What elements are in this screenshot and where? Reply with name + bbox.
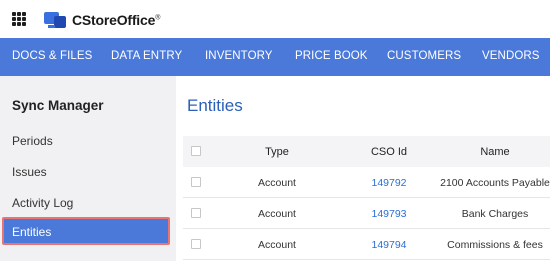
nav-customers[interactable]: CUSTOMERS bbox=[387, 50, 461, 62]
sidebar: Sync Manager Periods Issues Activity Log… bbox=[0, 76, 176, 261]
cell-cso-id-link[interactable]: 149793 bbox=[371, 208, 406, 220]
cell-type: Account bbox=[258, 208, 296, 220]
sidebar-item-label: Entities bbox=[12, 225, 52, 239]
sidebar-item-activity-log[interactable]: Activity Log bbox=[12, 196, 73, 210]
table-row[interactable]: Account 149792 2100 Accounts Payable bbox=[183, 167, 550, 198]
nav-data-entry[interactable]: DATA ENTRY bbox=[111, 50, 182, 62]
column-header-name[interactable]: Name bbox=[480, 146, 509, 158]
cell-cso-id-link[interactable]: 149794 bbox=[371, 239, 406, 251]
cell-name: 2100 Accounts Payable bbox=[440, 177, 550, 189]
app-logo[interactable]: CStoreOffice® bbox=[44, 10, 160, 30]
main-nav: DOCS & FILES DATA ENTRY INVENTORY PRICE … bbox=[0, 38, 550, 76]
nav-price-book[interactable]: PRICE BOOK bbox=[295, 50, 368, 62]
cell-cso-id-link[interactable]: 149792 bbox=[371, 177, 406, 189]
monitor-logo-icon bbox=[44, 11, 68, 29]
sidebar-item-issues[interactable]: Issues bbox=[12, 165, 47, 179]
page-title: Entities bbox=[187, 96, 243, 115]
cell-name: Commissions & fees bbox=[447, 239, 543, 251]
nav-inventory[interactable]: INVENTORY bbox=[205, 50, 273, 62]
cell-type: Account bbox=[258, 239, 296, 251]
row-checkbox[interactable] bbox=[191, 239, 201, 249]
row-checkbox[interactable] bbox=[191, 177, 201, 187]
select-all-checkbox[interactable] bbox=[191, 146, 201, 156]
sidebar-item-periods[interactable]: Periods bbox=[12, 134, 53, 148]
column-header-type[interactable]: Type bbox=[265, 146, 289, 158]
nav-docs-files[interactable]: DOCS & FILES bbox=[12, 50, 92, 62]
sidebar-title: Sync Manager bbox=[12, 98, 104, 113]
row-checkbox[interactable] bbox=[191, 208, 201, 218]
cell-type: Account bbox=[258, 177, 296, 189]
table-row[interactable]: Account 149794 Commissions & fees bbox=[183, 229, 550, 260]
table-row[interactable]: Account 149793 Bank Charges bbox=[183, 198, 550, 229]
table-header: Type CSO Id Name bbox=[183, 136, 550, 167]
nav-vendors[interactable]: VENDORS bbox=[482, 50, 540, 62]
column-header-cso-id[interactable]: CSO Id bbox=[371, 146, 407, 158]
top-bar: CStoreOffice® bbox=[0, 0, 550, 38]
sidebar-item-entities[interactable]: Entities bbox=[2, 217, 170, 245]
apps-grid-icon[interactable] bbox=[12, 12, 26, 26]
cell-name: Bank Charges bbox=[461, 208, 529, 220]
app-name: CStoreOffice® bbox=[72, 12, 161, 28]
